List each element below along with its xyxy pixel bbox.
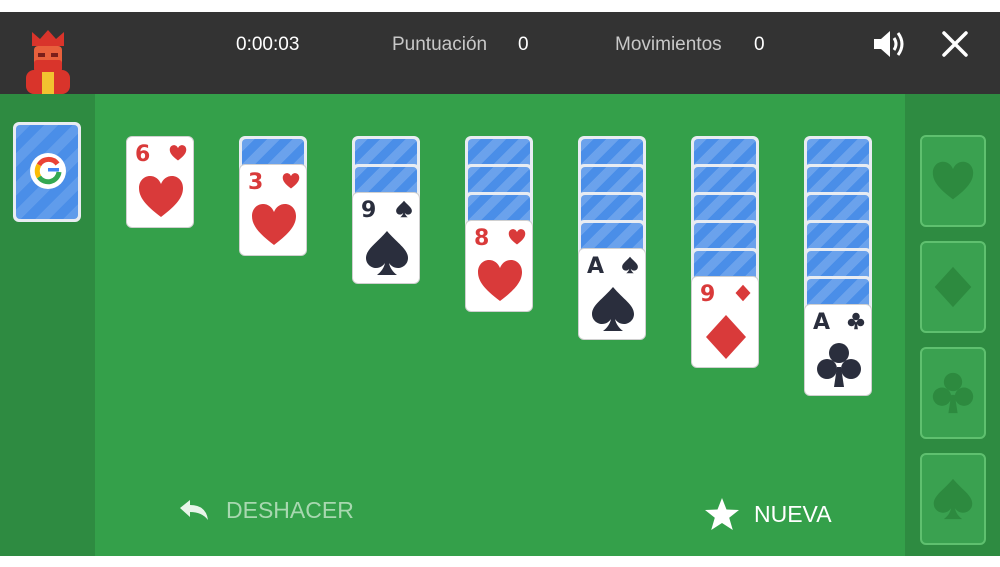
- foundation-clubs[interactable]: [920, 347, 986, 439]
- foundation-spades[interactable]: [920, 453, 986, 545]
- score-label: Puntuación: [392, 34, 488, 55]
- score-value: 0: [518, 34, 529, 55]
- card-rank: A: [587, 254, 605, 279]
- card-9-of-spades[interactable]: 9: [352, 192, 420, 284]
- moves-value: 0: [754, 34, 765, 55]
- undo-icon: [180, 499, 208, 520]
- card-rank: 3: [248, 170, 264, 195]
- clubs-foundation-icon: [932, 372, 974, 414]
- card-A-of-clubs[interactable]: A: [804, 304, 872, 396]
- card-rank: A: [813, 310, 831, 335]
- diamonds-foundation-icon: [934, 266, 972, 308]
- king-avatar-icon: [26, 30, 70, 94]
- timer: 0:00:03: [236, 34, 300, 55]
- spades-icon: [366, 231, 408, 275]
- spades-icon: [592, 287, 634, 331]
- card-3-of-hearts[interactable]: 3: [239, 164, 307, 256]
- hearts-small-icon: [169, 145, 187, 161]
- undo-label: DESHACER: [226, 497, 354, 523]
- star-icon: [705, 498, 739, 530]
- card-9-of-diamonds[interactable]: 9: [691, 276, 759, 368]
- moves-label: Movimientos: [615, 34, 722, 55]
- spades-foundation-icon: [933, 478, 973, 520]
- undo-button[interactable]: DESHACER: [176, 497, 354, 524]
- card-6-of-hearts[interactable]: 6: [126, 136, 194, 228]
- clubs-icon: [817, 343, 861, 387]
- foundation-hearts[interactable]: [920, 135, 986, 227]
- card-rank: 6: [135, 142, 151, 167]
- hearts-foundation-icon: [932, 161, 974, 200]
- card-rank: 8: [474, 226, 490, 251]
- stock-pile[interactable]: [13, 122, 81, 222]
- stock-column: [0, 94, 95, 556]
- spades-small-icon: [622, 256, 638, 274]
- game-board: 6 3 9 8 A 9 A DESHACER NUEVA: [0, 94, 1000, 556]
- card-rank: 9: [700, 282, 716, 307]
- google-g-logo: [30, 153, 66, 189]
- close-icon[interactable]: [940, 29, 970, 59]
- hearts-small-icon: [508, 229, 526, 245]
- diamonds-small-icon: [735, 284, 751, 302]
- hearts-icon: [478, 260, 522, 301]
- hearts-icon: [252, 204, 296, 245]
- foundation-diamonds[interactable]: [920, 241, 986, 333]
- diamonds-icon: [706, 315, 746, 359]
- solitaire-game: 0:00:03 Puntuación 0 Movimientos 0 6 3 9…: [0, 12, 1000, 556]
- clubs-small-icon: [847, 312, 865, 330]
- card-8-of-hearts[interactable]: 8: [465, 220, 533, 312]
- speaker-icon[interactable]: [872, 28, 908, 60]
- hearts-icon: [139, 176, 183, 217]
- hearts-small-icon: [282, 173, 300, 189]
- card-A-of-spades[interactable]: A: [578, 248, 646, 340]
- spades-small-icon: [396, 200, 412, 218]
- new-game-label: NUEVA: [754, 500, 832, 527]
- card-rank: 9: [361, 198, 377, 223]
- new-game-button[interactable]: NUEVA: [704, 497, 832, 531]
- top-bar: 0:00:03 Puntuación 0 Movimientos 0: [0, 12, 1000, 94]
